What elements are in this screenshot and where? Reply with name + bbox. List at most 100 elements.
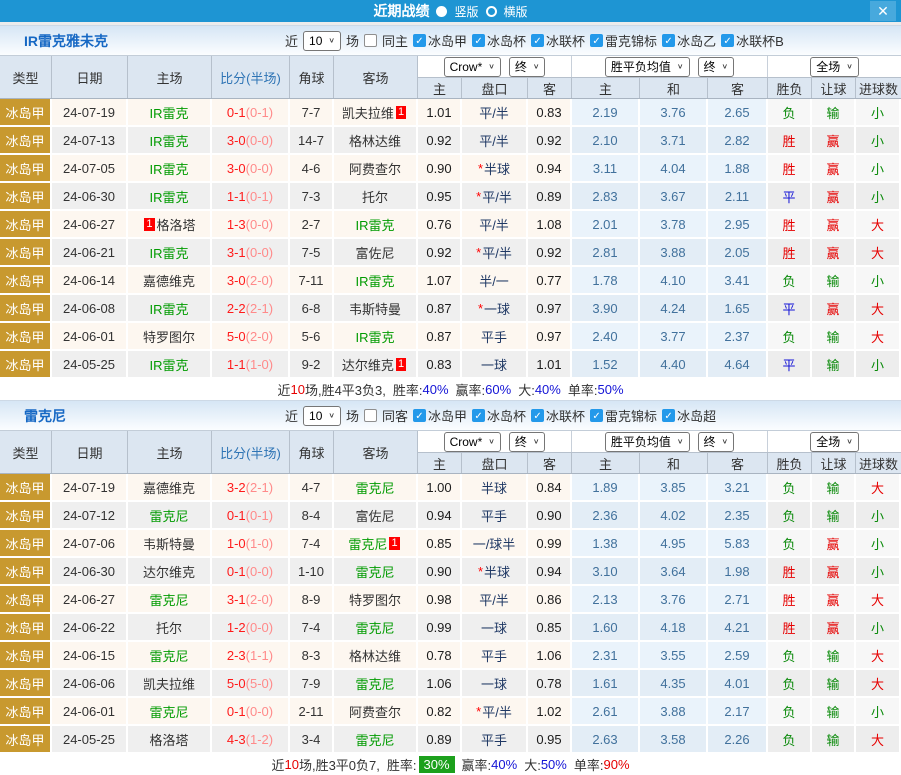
cell-league: 冰岛甲 bbox=[0, 642, 52, 670]
odds-company-select[interactable]: Crow*∨ bbox=[444, 432, 501, 452]
col-odds-away: 客 bbox=[528, 452, 572, 473]
cell-home-team: 1格洛塔 bbox=[128, 211, 212, 239]
cell-corner: 7-9 bbox=[290, 670, 334, 698]
match-count-select[interactable]: 10∨ bbox=[303, 406, 341, 426]
cell-date: 24-06-30 bbox=[52, 558, 128, 586]
cell-handicap: 一/球半 bbox=[462, 530, 528, 558]
cell-corner: 8-3 bbox=[290, 642, 334, 670]
cell-home-odds: 0.94 bbox=[418, 502, 462, 530]
league-checkbox[interactable]: ✓ bbox=[413, 409, 426, 422]
cell-home-team: 嘉德维克 bbox=[128, 267, 212, 295]
cell-avg-draw: 4.10 bbox=[640, 267, 708, 295]
col-score[interactable]: 比分(半场) bbox=[212, 56, 290, 98]
cell-corner: 7-7 bbox=[290, 99, 334, 127]
cell-home-team: 韦斯特曼 bbox=[128, 530, 212, 558]
col-avg-away: 客 bbox=[708, 452, 768, 473]
final-odds-select[interactable]: 终∨ bbox=[698, 432, 735, 452]
same-venue-checkbox[interactable] bbox=[364, 409, 377, 422]
league-checkbox[interactable]: ✓ bbox=[662, 409, 675, 422]
avg-odds-select[interactable]: 胜平负均值∨ bbox=[605, 57, 690, 77]
cell-handicap-result: 输 bbox=[812, 99, 856, 127]
league-filters: ✓冰岛甲✓冰岛杯✓冰联杯✓雷克锦标✓冰岛乙✓冰联杯B bbox=[413, 31, 787, 50]
league-checkbox[interactable]: ✓ bbox=[531, 409, 544, 422]
chevron-down-icon: ∨ bbox=[328, 411, 335, 420]
cell-avg-away: 2.71 bbox=[708, 586, 768, 614]
odds-company-select[interactable]: Crow*∨ bbox=[444, 57, 501, 77]
cell-date: 24-06-08 bbox=[52, 295, 128, 323]
cell-corner: 14-7 bbox=[290, 127, 334, 155]
cell-avg-away: 2.59 bbox=[708, 642, 768, 670]
cell-away-odds: 0.95 bbox=[528, 726, 572, 754]
cell-avg-away: 5.83 bbox=[708, 530, 768, 558]
cell-corner: 5-6 bbox=[290, 323, 334, 351]
cell-avg-draw: 3.64 bbox=[640, 558, 708, 586]
cell-avg-home: 1.89 bbox=[572, 474, 640, 502]
match-count-select[interactable]: 10∨ bbox=[303, 31, 341, 51]
near-label: 近 bbox=[285, 406, 298, 425]
radio-portrait[interactable] bbox=[436, 6, 447, 17]
league-label: 冰岛杯 bbox=[487, 31, 526, 50]
final-odds-select[interactable]: 终∨ bbox=[509, 57, 546, 77]
cell-league: 冰岛甲 bbox=[0, 295, 52, 323]
league-checkbox[interactable]: ✓ bbox=[662, 34, 675, 47]
cell-away-team: 雷克尼1 bbox=[334, 530, 418, 558]
cell-goals-result: 小 bbox=[856, 99, 901, 127]
cell-handicap: 平手 bbox=[462, 502, 528, 530]
final-odds-select[interactable]: 终∨ bbox=[698, 57, 735, 77]
close-icon[interactable]: ✕ bbox=[870, 1, 896, 21]
cell-corner: 3-4 bbox=[290, 726, 334, 754]
league-checkbox[interactable]: ✓ bbox=[721, 34, 734, 47]
cell-date: 24-06-01 bbox=[52, 698, 128, 726]
cell-avg-home: 2.13 bbox=[572, 586, 640, 614]
league-label: 雷克锦标 bbox=[605, 406, 657, 425]
cell-avg-draw: 4.35 bbox=[640, 670, 708, 698]
league-checkbox[interactable]: ✓ bbox=[413, 34, 426, 47]
cell-date: 24-05-25 bbox=[52, 351, 128, 379]
scope-select[interactable]: 全场∨ bbox=[810, 57, 859, 77]
cell-home-odds: 1.07 bbox=[418, 267, 462, 295]
cell-avg-home: 2.36 bbox=[572, 502, 640, 530]
cell-corner: 7-3 bbox=[290, 183, 334, 211]
col-odds-away: 客 bbox=[528, 77, 572, 98]
cell-away-odds: 1.06 bbox=[528, 642, 572, 670]
cell-league: 冰岛甲 bbox=[0, 530, 52, 558]
cell-corner: 8-9 bbox=[290, 586, 334, 614]
team-section-away: 雷克尼 近 10∨ 场 同客 ✓冰岛甲✓冰岛杯✓冰联杯✓雷克锦标✓冰岛超 类型 … bbox=[0, 400, 901, 775]
cell-corner: 2-11 bbox=[290, 698, 334, 726]
cell-result: 负 bbox=[768, 642, 812, 670]
scope-select[interactable]: 全场∨ bbox=[810, 432, 859, 452]
league-checkbox[interactable]: ✓ bbox=[472, 34, 485, 47]
cell-away-team: 阿费查尔 bbox=[334, 698, 418, 726]
league-checkbox[interactable]: ✓ bbox=[590, 34, 603, 47]
radio-landscape[interactable] bbox=[486, 6, 497, 17]
col-result: 胜负 bbox=[768, 77, 812, 98]
league-checkbox[interactable]: ✓ bbox=[472, 409, 485, 422]
col-away: 客场 bbox=[334, 56, 418, 98]
cell-avg-away: 4.64 bbox=[708, 351, 768, 379]
league-checkbox[interactable]: ✓ bbox=[531, 34, 544, 47]
cell-date: 24-06-21 bbox=[52, 239, 128, 267]
cell-result: 胜 bbox=[768, 211, 812, 239]
cell-league: 冰岛甲 bbox=[0, 698, 52, 726]
cell-away-odds: 0.94 bbox=[528, 155, 572, 183]
cell-result: 负 bbox=[768, 99, 812, 127]
league-label: 冰岛超 bbox=[677, 406, 716, 425]
league-checkbox[interactable]: ✓ bbox=[590, 409, 603, 422]
cell-goals-result: 大 bbox=[856, 726, 901, 754]
cell-away-odds: 0.78 bbox=[528, 670, 572, 698]
cell-away-team: IR雷克 bbox=[334, 267, 418, 295]
cell-avg-home: 2.81 bbox=[572, 239, 640, 267]
col-odds-home: 主 bbox=[418, 77, 462, 98]
cell-away-odds: 0.92 bbox=[528, 127, 572, 155]
cell-handicap: 一球 bbox=[462, 670, 528, 698]
summary-row: 近10场,胜3平0负7, 胜率:30% 赢率:40% 大:50% 单率:90% bbox=[0, 754, 901, 775]
matches-label: 场 bbox=[346, 406, 359, 425]
cell-avg-home: 1.52 bbox=[572, 351, 640, 379]
final-odds-select[interactable]: 终∨ bbox=[509, 432, 546, 452]
cell-date: 24-06-06 bbox=[52, 670, 128, 698]
col-score[interactable]: 比分(半场) bbox=[212, 431, 290, 473]
same-venue-checkbox[interactable] bbox=[364, 34, 377, 47]
avg-odds-select[interactable]: 胜平负均值∨ bbox=[605, 432, 690, 452]
cell-corner: 4-6 bbox=[290, 155, 334, 183]
league-filters: ✓冰岛甲✓冰岛杯✓冰联杯✓雷克锦标✓冰岛超 bbox=[413, 406, 719, 425]
